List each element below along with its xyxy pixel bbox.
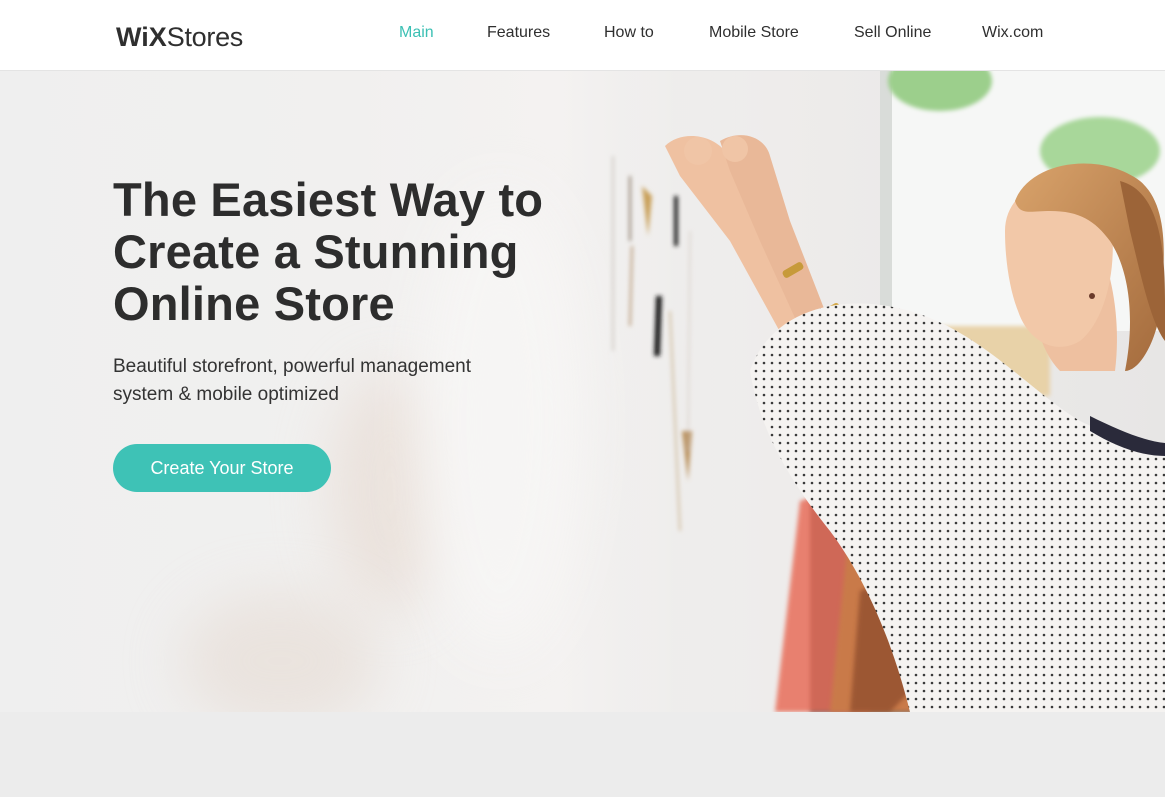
subtitle-line: Beautiful storefront, powerful managemen… <box>113 356 472 377</box>
nav-item-sell-online[interactable]: Sell Online <box>854 24 931 42</box>
nav-item-wix-com[interactable]: Wix.com <box>982 24 1043 42</box>
hero-section: The Easiest Way to Create a Stunning Onl… <box>0 71 1165 712</box>
background-blur <box>180 591 380 712</box>
subtitle-line: system & mobile optimized <box>113 384 339 405</box>
headline-line: The Easiest Way to <box>113 173 544 226</box>
footer-band <box>0 712 1165 797</box>
hero-photo <box>560 71 1165 712</box>
hero-subtitle: Beautiful storefront, powerful managemen… <box>113 353 533 409</box>
create-your-store-button[interactable]: Create Your Store <box>113 444 331 492</box>
main-nav: Main Features How to Mobile Store Sell O… <box>0 24 1165 48</box>
nav-item-how-to[interactable]: How to <box>604 24 654 42</box>
nav-item-main[interactable]: Main <box>399 24 434 42</box>
hero-headline: The Easiest Way to Create a Stunning Onl… <box>113 174 633 330</box>
headline-line: Online Store <box>113 277 395 330</box>
headline-line: Create a Stunning <box>113 225 519 278</box>
nav-item-mobile-store[interactable]: Mobile Store <box>709 24 799 42</box>
nav-item-features[interactable]: Features <box>487 24 550 42</box>
site-header: WiX Stores Main Features How to Mobile S… <box>0 0 1165 71</box>
